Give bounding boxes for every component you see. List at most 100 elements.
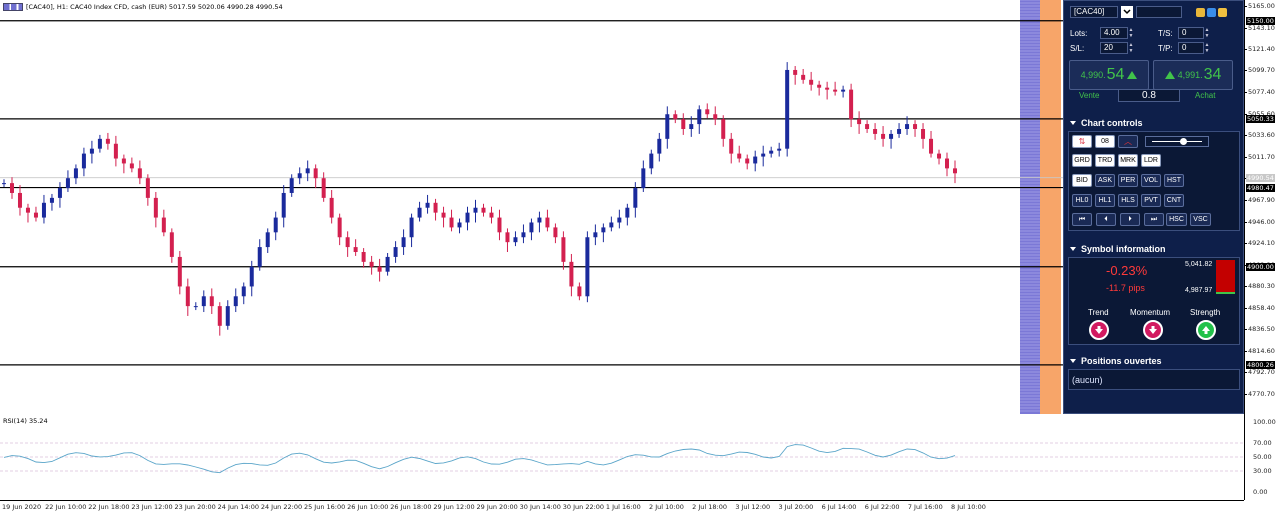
candle-body: [209, 296, 214, 307]
candle-body: [585, 237, 590, 297]
price-tick-label: 4924.10: [1248, 239, 1275, 248]
toggle-trd[interactable]: TRD: [1095, 154, 1115, 167]
symbol-dropdown-button[interactable]: [1121, 6, 1133, 18]
sl-input[interactable]: 20: [1100, 42, 1128, 54]
price-tick-mark: [1245, 372, 1247, 374]
vsc-button[interactable]: VSC: [1190, 213, 1211, 226]
lock-icon[interactable]: [1218, 7, 1227, 17]
candle-body: [265, 232, 270, 248]
sl-label: S/L:: [1070, 43, 1085, 53]
time-tick-label: 22 Jun 10:00: [45, 503, 87, 511]
sell-button[interactable]: 4,990. 54: [1069, 60, 1149, 90]
lots-input[interactable]: 4.00: [1100, 27, 1128, 39]
next-bar-button[interactable]: ⏵: [1120, 213, 1140, 226]
last-bar-button[interactable]: ⏭: [1144, 213, 1164, 226]
price-tick-mark: [1245, 286, 1247, 288]
candle-body: [473, 207, 478, 213]
buy-button[interactable]: 4,991. 34: [1153, 60, 1233, 90]
chart-controls-header[interactable]: Chart controls: [1068, 116, 1240, 130]
candle-body: [353, 247, 358, 253]
candle-body: [537, 217, 542, 223]
candle-body: [737, 153, 742, 159]
toggle-mrk[interactable]: MRK: [1118, 154, 1138, 167]
toggle-hls[interactable]: HLS: [1118, 194, 1138, 207]
hsc-button[interactable]: HSC: [1166, 213, 1187, 226]
candle-body: [329, 197, 334, 218]
rsi-line: [3, 444, 956, 474]
rsi-axis[interactable]: 100.00 70.00 50.00 30.00 0.00: [1244, 414, 1280, 500]
candle-body: [945, 158, 950, 169]
candle-body: [185, 286, 190, 307]
price-tick-label: 4836.50: [1248, 325, 1275, 334]
first-bar-button[interactable]: ⏮: [1072, 213, 1092, 226]
chart-line-button[interactable]: ︿: [1118, 135, 1138, 148]
candle-body: [2, 183, 6, 185]
candle-body: [617, 217, 622, 223]
candle-body: [489, 212, 494, 218]
strength-up-icon: [1196, 320, 1216, 340]
slider-thumb[interactable]: [1180, 138, 1187, 145]
candle-body: [657, 138, 662, 154]
ts-label: T/S:: [1158, 28, 1173, 38]
candle-body: [417, 207, 422, 218]
candle-body: [57, 188, 62, 198]
price-tick-mark: [1245, 221, 1247, 223]
price-axis[interactable]: 5165.00 5143.10 5121.40 5099.70 5077.40 5055.…: [1244, 0, 1280, 414]
buy-price-small: 4,991.: [1177, 70, 1203, 80]
ts-stepper[interactable]: ▲ ▼: [1204, 27, 1210, 39]
settings-icon[interactable]: [1196, 7, 1205, 17]
scale-slider[interactable]: [1145, 136, 1209, 147]
symbol-field[interactable]: [CAC40]: [1070, 6, 1118, 18]
tp-input[interactable]: 0: [1178, 42, 1204, 54]
collapse-triangle-icon: [1070, 247, 1076, 251]
toggle-hst[interactable]: HST: [1164, 174, 1184, 187]
candle-body: [513, 237, 518, 243]
slider-track: [1152, 141, 1202, 142]
toggle-cnt[interactable]: CNT: [1164, 194, 1184, 207]
chart-controls-title: Chart controls: [1081, 118, 1143, 128]
toggle-pvt[interactable]: PVT: [1141, 194, 1161, 207]
candle-body: [873, 129, 878, 134]
price-tag-line1: 5150.00: [1246, 16, 1275, 25]
price-tick-label: 5077.40: [1248, 88, 1275, 97]
candle-body: [49, 197, 54, 203]
toggle-hl0[interactable]: HL0: [1072, 194, 1092, 207]
toggle-hl1[interactable]: HL1: [1095, 194, 1115, 207]
prev-bar-button[interactable]: ⏴: [1096, 213, 1116, 226]
toggle-per[interactable]: PER: [1118, 174, 1138, 187]
candle-body: [897, 129, 902, 134]
chart-mode-button[interactable]: ⇅: [1072, 135, 1092, 148]
refresh-icon[interactable]: [1207, 7, 1216, 17]
indicator-band-orange: [1040, 0, 1061, 414]
symbol-search-input[interactable]: [1136, 6, 1182, 18]
price-tick-mark: [1245, 6, 1247, 7]
time-tick-label: 6 Jul 22:00: [864, 503, 900, 511]
time-axis[interactable]: 19 Jun 2020 22 Jun 10:00 22 Jun 18:00 23 Ju…: [0, 500, 1244, 513]
candle-body: [81, 153, 86, 169]
sl-stepper[interactable]: ▲ ▼: [1128, 42, 1134, 54]
symbol-info-header[interactable]: Symbol information: [1068, 242, 1240, 256]
rsi-tick-label: 0.00: [1253, 488, 1268, 496]
lots-stepper[interactable]: ▲ ▼: [1128, 27, 1134, 39]
price-chart[interactable]: [0, 0, 1244, 414]
strength-label: Strength: [1190, 308, 1221, 317]
toggle-ldr[interactable]: LDR: [1141, 154, 1161, 167]
toggle-vol[interactable]: VOL: [1141, 174, 1161, 187]
candle-body: [17, 192, 22, 208]
toggle-bid[interactable]: BID: [1072, 174, 1092, 187]
toggle-grd[interactable]: GRD: [1072, 154, 1092, 167]
tp-stepper[interactable]: ▲ ▼: [1204, 42, 1210, 54]
candle-body: [145, 178, 150, 198]
zoom-button[interactable]: 08: [1095, 135, 1115, 148]
ts-input[interactable]: 0: [1178, 27, 1204, 39]
rsi-chart[interactable]: [0, 414, 1244, 500]
positions-header[interactable]: Positions ouvertes: [1068, 354, 1240, 368]
price-tick-label: 5121.40: [1248, 44, 1275, 53]
candle-body: [457, 222, 462, 228]
chart-title: [CAC40], H1: CAC40 Index CFD, cash (EUR)…: [3, 3, 283, 11]
time-tick-label: 7 Jul 16:00: [907, 503, 943, 511]
candle-body: [913, 124, 918, 130]
toggle-ask[interactable]: ASK: [1095, 174, 1115, 187]
candle-body: [361, 252, 366, 262]
buy-price-big: 34: [1203, 66, 1222, 83]
